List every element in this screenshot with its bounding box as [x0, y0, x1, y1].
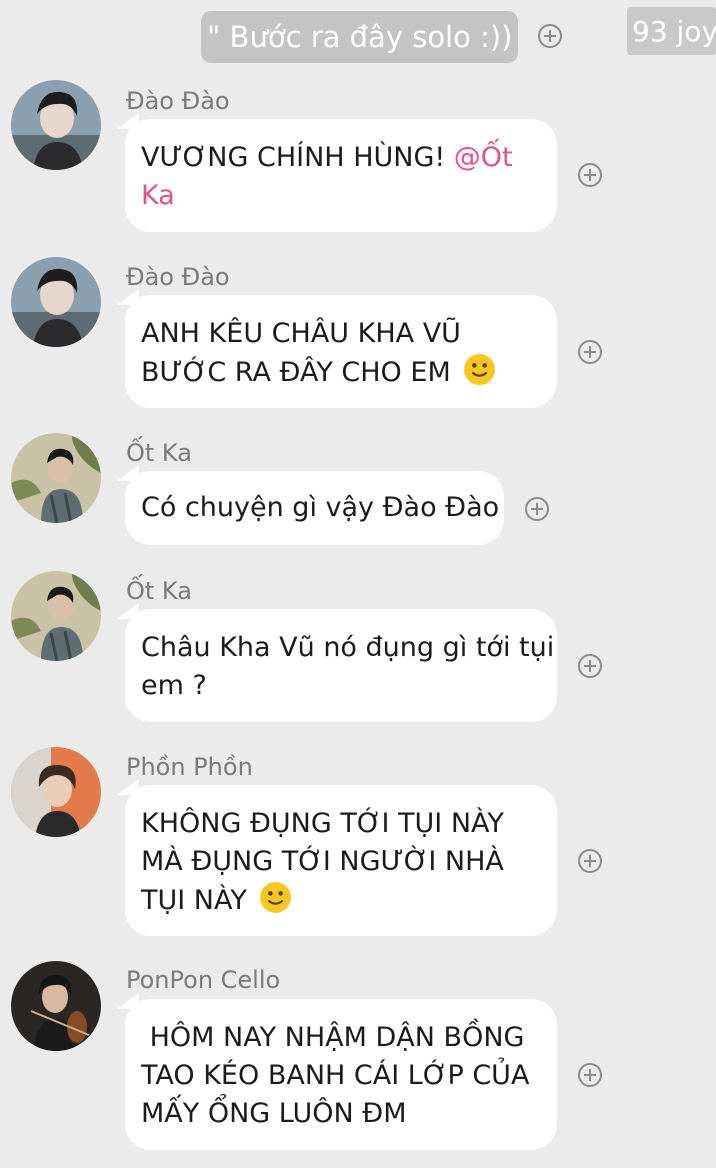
message-line: MÀ ĐỤNG TỚI NGƯỜI NHÀ [141, 846, 504, 877]
smile-emoji-icon [464, 354, 496, 385]
quoted-message-text: " Bước ra đây solo :)) " [207, 20, 518, 54]
message-line: VƯƠNG CHÍNH HÙNG! @Ốt [141, 139, 543, 177]
add-reaction-icon[interactable] [578, 849, 602, 873]
message-bubble[interactable]: KHÔNG ĐỤNG TỚI TỤI NÀY MÀ ĐỤNG TỚI NGƯỜI… [117, 779, 557, 936]
avatar[interactable] [11, 80, 101, 170]
message-bubble[interactable]: HÔM NAY NHẬM DẬN BỒNG TAO KÉO BANH CÁI L… [117, 993, 557, 1150]
message-text: VƯƠNG CHÍNH HÙNG! [141, 142, 454, 173]
avatar-image [11, 961, 101, 1051]
message-line: TỤI NÀY [141, 881, 543, 920]
smile-emoji-icon [260, 882, 292, 913]
sender-name: Ốt Ka [126, 439, 192, 467]
message-bubble[interactable]: ANH KÊU CHÂU KHA VŨ BƯỚC RA ĐÂY CHO EM [117, 289, 557, 408]
add-reaction-icon[interactable] [538, 24, 562, 48]
avatar[interactable] [11, 961, 101, 1051]
message-line: HÔM NAY NHẬM DẬN BỒNG [141, 1022, 525, 1053]
message-bubble[interactable]: Châu Kha Vũ nó đụng gì tới tụi em ? [117, 603, 557, 722]
watermark-text: 93 joy [632, 14, 716, 48]
avatar-image [11, 747, 101, 837]
mention-link-continued[interactable]: Ka [141, 177, 543, 215]
sender-name: Phồn Phồn [126, 753, 253, 781]
avatar[interactable] [11, 433, 101, 523]
add-reaction-icon[interactable] [578, 654, 602, 678]
avatar[interactable] [11, 747, 101, 837]
message-line: MẤY ỔNG LUÔN ĐM [141, 1098, 407, 1129]
message-line: BƯỚC RA ĐÂY CHO EM [141, 353, 543, 392]
message-line: Có chuyện gì vậy Đào Đào [141, 492, 500, 523]
avatar-image [11, 80, 101, 170]
quoted-message-bubble[interactable]: " Bước ra đây solo :)) " [201, 11, 518, 63]
message-line: ANH KÊU CHÂU KHA VŨ [141, 318, 461, 349]
message-line: TAO KÉO BANH CÁI LỚP CỦA [141, 1060, 530, 1091]
avatar-image [11, 257, 101, 347]
message-text: TỤI NÀY [141, 885, 256, 916]
add-reaction-icon[interactable] [578, 340, 602, 364]
message-line: em ? [141, 670, 207, 701]
add-reaction-icon[interactable] [578, 1063, 602, 1087]
avatar-image [11, 433, 101, 523]
avatar[interactable] [11, 257, 101, 347]
sender-name: Đào Đào [126, 263, 230, 291]
message-bubble[interactable]: VƯƠNG CHÍNH HÙNG! @Ốt Ka [117, 113, 557, 232]
message-line: KHÔNG ĐỤNG TỚI TỤI NÀY [141, 808, 504, 839]
avatar-image [11, 571, 101, 661]
avatar[interactable] [11, 571, 101, 661]
message-bubble[interactable]: Có chuyện gì vậy Đào Đào [117, 465, 504, 545]
watermark-label: 93 joy [627, 7, 716, 55]
add-reaction-icon[interactable] [525, 497, 549, 521]
message-line: Châu Kha Vũ nó đụng gì tới tụi [141, 632, 555, 663]
sender-name: PonPon Cello [126, 966, 281, 994]
sender-name: Đào Đào [126, 87, 230, 115]
add-reaction-icon[interactable] [578, 163, 602, 187]
message-text: BƯỚC RA ĐÂY CHO EM [141, 357, 460, 388]
sender-name: Ốt Ka [126, 577, 192, 605]
mention-link[interactable]: @Ốt [454, 142, 513, 173]
